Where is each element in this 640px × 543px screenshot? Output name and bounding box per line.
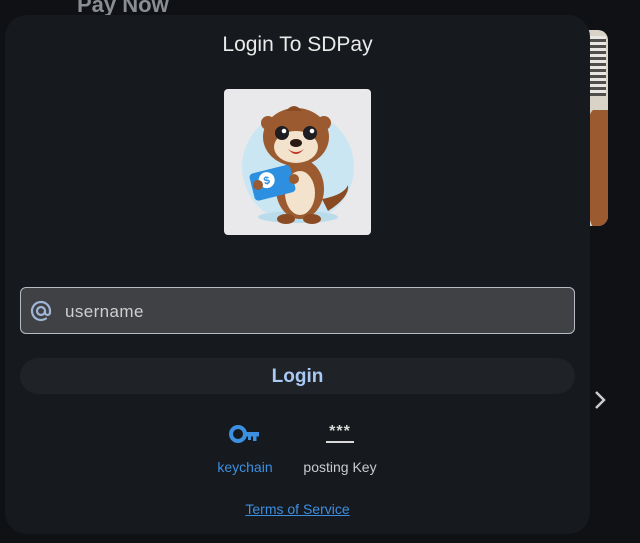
qr-code-icon (588, 36, 606, 96)
login-button[interactable]: Login (20, 358, 575, 394)
auth-method-keychain[interactable]: keychain (190, 419, 300, 475)
auth-method-posting-key[interactable]: *** posting Key (285, 419, 395, 476)
auth-method-label: keychain (217, 459, 273, 475)
username-field[interactable] (20, 287, 575, 335)
terms-of-service-link[interactable]: Terms of Service (5, 501, 590, 517)
auth-method-label: posting Key (303, 459, 377, 475)
chevron-right-icon[interactable] (590, 388, 610, 412)
username-input[interactable] (63, 288, 557, 335)
modal-title: Login To SDPay (222, 33, 373, 56)
at-sign-icon (29, 299, 53, 323)
key-icon (190, 419, 300, 449)
asterisk-password-icon: *** (285, 419, 395, 449)
login-modal: Login To SDPay $ username Login keychain… (5, 15, 590, 534)
sdpay-logo-image: $ (224, 89, 371, 235)
